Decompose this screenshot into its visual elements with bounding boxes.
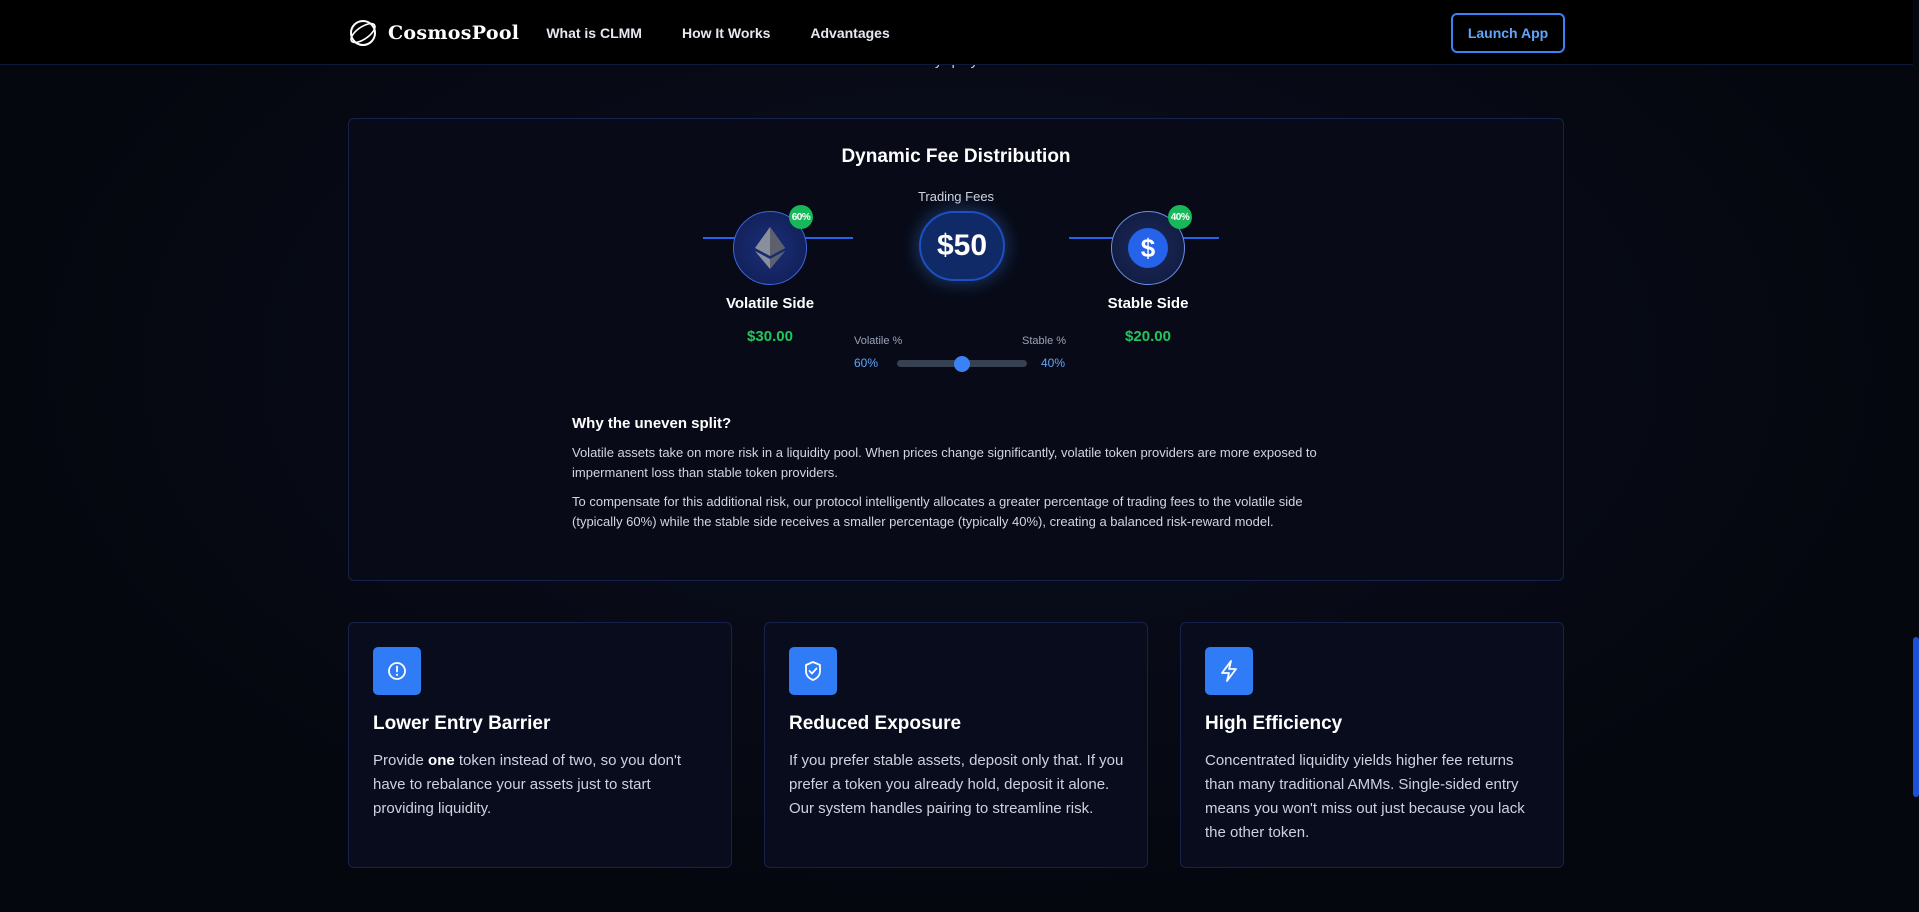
top-navbar: CosmosPool What is CLMM How It Works Adv… bbox=[0, 0, 1913, 65]
stable-side-amount: $20.00 bbox=[1125, 328, 1171, 345]
volatile-side-amount: $30.00 bbox=[747, 328, 793, 345]
card-title: Reduced Exposure bbox=[789, 713, 962, 734]
alert-circle-icon bbox=[373, 647, 421, 695]
stable-percent-value: 40% bbox=[1041, 356, 1066, 370]
fee-split-slider-thumb[interactable] bbox=[954, 356, 970, 372]
stable-percent-label: Stable % bbox=[1022, 335, 1067, 347]
stable-percent-badge: 40% bbox=[1168, 205, 1192, 229]
feature-card-lower-entry-barrier: Lower Entry Barrier Provide one token in… bbox=[348, 622, 732, 868]
stable-side-label: Stable Side bbox=[1107, 295, 1189, 312]
nav-links: What is CLMM How It Works Advantages bbox=[546, 25, 889, 41]
card-body: Provide one token instead of two, so you… bbox=[373, 749, 713, 821]
why-uneven-split-title: Why the uneven split? bbox=[572, 415, 732, 432]
brand-logo[interactable]: CosmosPool bbox=[348, 18, 519, 48]
nav-link-advantages[interactable]: Advantages bbox=[810, 25, 889, 41]
volatile-percent-badge: 60% bbox=[789, 205, 813, 229]
navbar-inner: CosmosPool What is CLMM How It Works Adv… bbox=[348, 0, 1565, 65]
brand-name: CosmosPool bbox=[388, 21, 520, 44]
shield-check-icon bbox=[789, 647, 837, 695]
why-paragraph-2: To compensate for this additional risk, … bbox=[572, 494, 1303, 529]
launch-app-button[interactable]: Launch App bbox=[1451, 13, 1565, 53]
why-uneven-split-block: Why the uneven split? Volatile assets ta… bbox=[572, 415, 1342, 541]
orbit-logo-icon bbox=[350, 19, 376, 46]
feature-card-high-efficiency: High Efficiency Concentrated liquidity y… bbox=[1180, 622, 1564, 868]
volatile-side-label: Volatile Side bbox=[725, 295, 815, 312]
lightning-icon bbox=[1205, 647, 1253, 695]
why-paragraph-1: Volatile assets take on more risk in a l… bbox=[572, 445, 1317, 480]
nav-link-how-it-works[interactable]: How It Works bbox=[682, 25, 770, 41]
nav-link-what-is-clmm[interactable]: What is CLMM bbox=[546, 25, 642, 41]
card-body: If you prefer stable assets, deposit onl… bbox=[789, 752, 1124, 817]
card-title: Lower Entry Barrier bbox=[373, 713, 551, 734]
total-fee-coin: $50 bbox=[919, 211, 1005, 281]
volatile-percent-value: 60% bbox=[854, 356, 879, 370]
volatile-percent-label: Volatile % bbox=[854, 335, 903, 347]
page-scrollbar-thumb[interactable] bbox=[1913, 637, 1919, 797]
fee-distribution-panel: Dynamic Fee Distribution Trading Fees 60… bbox=[348, 118, 1564, 581]
trading-fees-label: Trading Fees bbox=[917, 189, 995, 204]
card-body: Concentrated liquidity yields higher fee… bbox=[1205, 752, 1525, 841]
ethereum-icon bbox=[755, 227, 785, 269]
dollar-icon: $ bbox=[1128, 228, 1168, 268]
feature-card-reduced-exposure: Reduced Exposure If you prefer stable as… bbox=[764, 622, 1148, 868]
card-title: High Efficiency bbox=[1205, 713, 1343, 734]
card-body-emphasis: one bbox=[428, 752, 455, 769]
fee-distribution-title: Dynamic Fee Distribution bbox=[841, 146, 1071, 167]
card-body-text: Provide bbox=[373, 752, 429, 769]
